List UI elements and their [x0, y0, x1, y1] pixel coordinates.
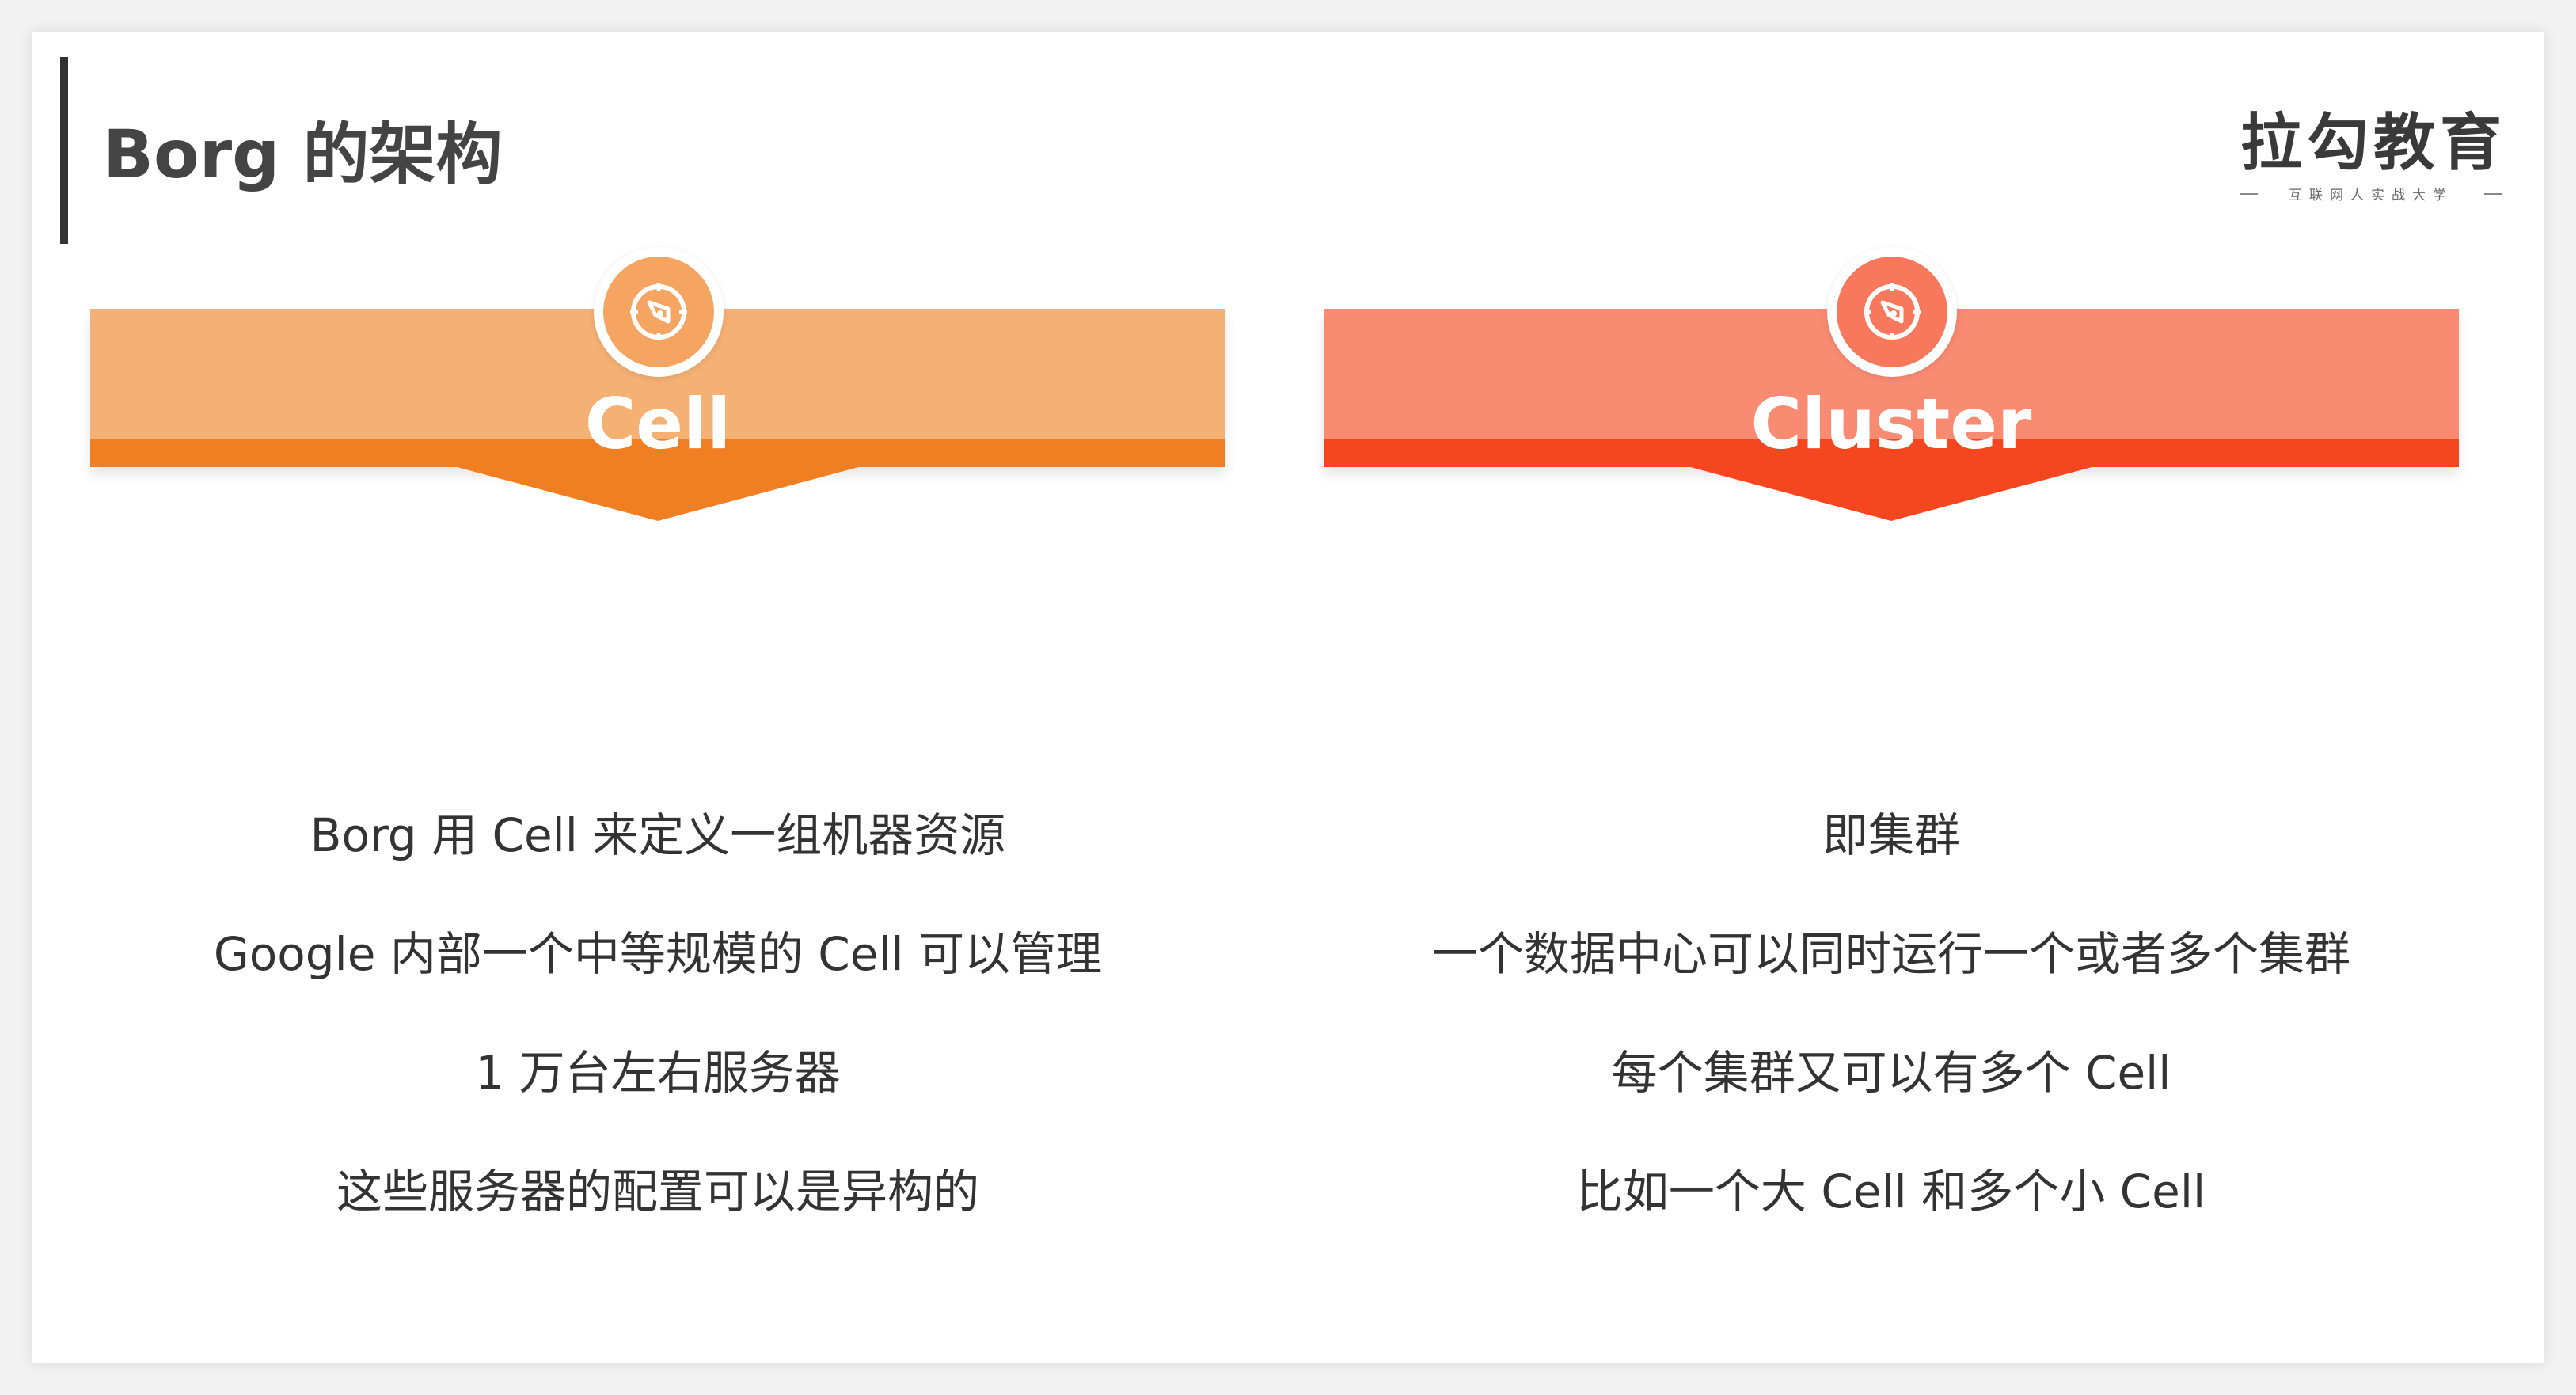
title-accent-bar — [60, 57, 68, 244]
card-title: Cluster — [1750, 383, 2032, 465]
compass-icon — [1864, 283, 1921, 340]
compass-icon — [630, 283, 687, 340]
logo-dash-right — [2484, 192, 2502, 195]
card-line: 一个数据中心可以同时运行一个或者多个集群 — [1431, 927, 2350, 981]
card-badge — [594, 247, 724, 377]
card-line: Google 内部一个中等规模的 Cell 可以管理 — [213, 927, 1103, 981]
logo-name: 拉勾教育 — [2240, 108, 2507, 179]
card-line: Borg 用 Cell 来定义一组机器资源 — [310, 808, 1006, 862]
badge-inner — [603, 257, 714, 367]
card-line: 每个集群又可以有多个 Cell — [1611, 1046, 2171, 1100]
card-lines: Borg 用 Cell 来定义一组机器资源 Google 内部一个中等规模的 C… — [90, 776, 1225, 1251]
logo-tagline-row: 互联网人实战大学 — [2240, 184, 2502, 203]
slide: Borg 的架构 拉勾教育 互联网人实战大学 Cell Borg 用 Cell … — [32, 32, 2544, 1363]
card-cluster: Cluster 即集群 一个数据中心可以同时运行一个或者多个集群 每个集群又可以… — [1324, 247, 2459, 1218]
card-badge — [1827, 247, 1957, 377]
card-banner: Cluster — [1324, 247, 2459, 467]
card-banner: Cell — [90, 247, 1225, 467]
card-line: 比如一个大 Cell 和多个小 Cell — [1576, 1165, 2206, 1218]
logo: 拉勾教育 互联网人实战大学 — [2240, 108, 2502, 203]
card-pointer — [1685, 466, 2098, 521]
page-title: Borg 的架构 — [103, 116, 503, 193]
card-line: 即集群 — [1822, 808, 1960, 862]
card-lines: 即集群 一个数据中心可以同时运行一个或者多个集群 每个集群又可以有多个 Cell… — [1324, 776, 2459, 1251]
card-line: 这些服务器的配置可以是异构的 — [336, 1165, 979, 1218]
logo-tagline: 互联网人实战大学 — [2289, 188, 2453, 203]
card-pointer — [451, 466, 864, 521]
card-line: 1 万台左右服务器 — [475, 1046, 841, 1100]
badge-inner — [1837, 257, 1947, 367]
logo-dash-left — [2240, 192, 2258, 195]
card-title: Cell — [584, 383, 731, 465]
card-cell: Cell Borg 用 Cell 来定义一组机器资源 Google 内部一个中等… — [90, 247, 1225, 1218]
